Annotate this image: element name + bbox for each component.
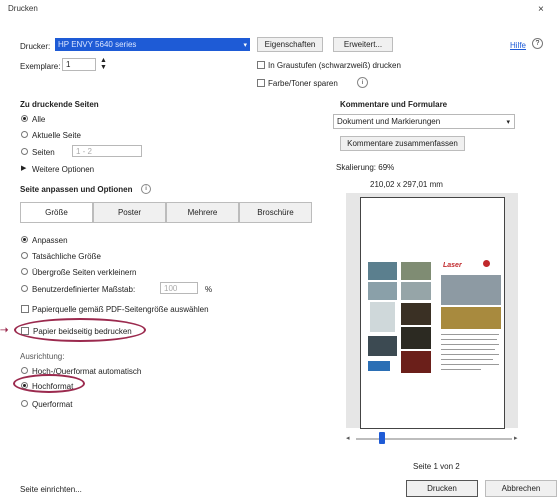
grayscale-label: In Graustufen (schwarzweiß) drucken bbox=[268, 61, 401, 70]
preview-text-line bbox=[441, 334, 499, 335]
preview-image bbox=[368, 262, 397, 280]
annotation-highlight bbox=[14, 318, 146, 342]
tab-poster[interactable]: Poster bbox=[93, 202, 166, 223]
current-page-radio[interactable] bbox=[21, 131, 28, 138]
shrink-label: Übergroße Seiten verkleinern bbox=[32, 268, 137, 277]
save-toner-checkbox[interactable] bbox=[257, 79, 265, 87]
page-range-input[interactable]: 1 - 2 bbox=[72, 145, 142, 157]
cancel-button[interactable]: Abbrechen bbox=[485, 480, 557, 497]
comments-select[interactable]: Dokument und Markierungen ▾ bbox=[333, 114, 515, 129]
preview-image bbox=[368, 282, 397, 300]
preview-text-line bbox=[441, 354, 499, 355]
printer-label: Drucker: bbox=[20, 42, 51, 51]
info-icon[interactable]: i bbox=[141, 184, 151, 194]
close-icon[interactable]: × bbox=[538, 4, 544, 15]
custom-scale-input[interactable]: 100 bbox=[160, 282, 198, 294]
slider-left-arrow-icon[interactable]: ◂ bbox=[346, 434, 350, 442]
auto-orientation-radio[interactable] bbox=[21, 367, 28, 374]
preview-text-line bbox=[441, 364, 499, 365]
preview-image bbox=[370, 302, 395, 332]
window-title: Drucken bbox=[8, 4, 38, 13]
actual-size-radio[interactable] bbox=[21, 252, 28, 259]
help-icon[interactable]: ? bbox=[532, 38, 543, 49]
copies-stepper[interactable]: ▲ ▼ bbox=[100, 57, 107, 71]
preview-text-line bbox=[441, 349, 495, 350]
preview-image bbox=[401, 351, 431, 373]
fit-radio[interactable] bbox=[21, 236, 28, 243]
paper-size-label: 210,02 x 297,01 mm bbox=[370, 180, 443, 189]
custom-scale-radio[interactable] bbox=[21, 285, 28, 292]
preview-text-line bbox=[441, 369, 481, 370]
properties-button[interactable]: Eigenschaften bbox=[257, 37, 323, 52]
save-toner-label: Farbe/Toner sparen bbox=[268, 79, 338, 88]
summarize-comments-button[interactable]: Kommentare zusammenfassen bbox=[340, 136, 465, 151]
printer-select-value: HP ENVY 5640 series bbox=[58, 40, 137, 49]
preview-image bbox=[368, 361, 390, 371]
preview-image bbox=[401, 303, 431, 325]
comments-select-value: Dokument und Markierungen bbox=[337, 117, 441, 126]
preview-image bbox=[401, 282, 431, 300]
preview-page: Laser bbox=[360, 197, 505, 429]
preview-logo: Laser bbox=[443, 262, 462, 269]
grayscale-checkbox[interactable] bbox=[257, 61, 265, 69]
page-range-radio[interactable] bbox=[21, 148, 28, 155]
annotation-highlight bbox=[13, 374, 85, 393]
page-slider-thumb[interactable] bbox=[379, 432, 385, 444]
landscape-radio[interactable] bbox=[21, 400, 28, 407]
paper-source-checkbox[interactable] bbox=[21, 305, 29, 313]
tab-multiple[interactable]: Mehrere bbox=[166, 202, 239, 223]
expand-arrow-icon[interactable]: ▶ bbox=[21, 164, 26, 172]
slider-right-arrow-icon[interactable]: ▸ bbox=[514, 434, 518, 442]
paper-source-label: Papierquelle gemäß PDF-Seitengröße auswä… bbox=[32, 305, 209, 314]
comments-heading: Kommentare und Formulare bbox=[340, 100, 448, 109]
current-page-label: Aktuelle Seite bbox=[32, 131, 81, 140]
tab-booklet[interactable]: Broschüre bbox=[239, 202, 312, 223]
printer-select[interactable]: HP ENVY 5640 series ▾ bbox=[55, 38, 250, 51]
tab-size[interactable]: Größe bbox=[20, 202, 93, 223]
annotation-arrow-icon: ➝ bbox=[0, 325, 9, 336]
print-button[interactable]: Drucken bbox=[406, 480, 478, 497]
info-icon[interactable]: i bbox=[357, 77, 368, 88]
shrink-radio[interactable] bbox=[21, 268, 28, 275]
actual-size-label: Tatsächliche Größe bbox=[32, 252, 101, 261]
preview-image bbox=[401, 262, 431, 280]
preview-text-line bbox=[441, 359, 493, 360]
orientation-heading: Ausrichtung: bbox=[20, 352, 65, 361]
custom-scale-label: Benutzerdefinierter Maßstab: bbox=[32, 285, 136, 294]
landscape-label: Querformat bbox=[32, 400, 73, 409]
preview-image bbox=[368, 336, 397, 356]
percent-label: % bbox=[205, 285, 213, 294]
more-options-label[interactable]: Weitere Optionen bbox=[32, 165, 94, 174]
copies-input[interactable]: 1 bbox=[62, 58, 96, 71]
preview-logo-icon bbox=[483, 260, 490, 267]
help-link[interactable]: Hilfe bbox=[510, 41, 526, 50]
preview-text-line bbox=[441, 344, 499, 345]
page-setup-button[interactable]: Seite einrichten... bbox=[20, 485, 82, 494]
advanced-button[interactable]: Erweitert... bbox=[333, 37, 393, 52]
all-pages-radio[interactable] bbox=[21, 115, 28, 122]
preview-image bbox=[441, 307, 501, 329]
all-pages-label: Alle bbox=[32, 115, 46, 124]
chevron-down-icon: ▾ bbox=[506, 118, 510, 126]
preview-image bbox=[441, 275, 501, 305]
fit-label: Anpassen bbox=[32, 236, 68, 245]
page-info: Seite 1 von 2 bbox=[413, 462, 460, 471]
preview-image bbox=[401, 327, 431, 349]
scaling-label: Skalierung: 69% bbox=[336, 163, 395, 172]
chevron-down-icon: ▾ bbox=[243, 41, 247, 49]
copies-label: Exemplare: bbox=[20, 62, 61, 71]
preview-text-line bbox=[441, 339, 497, 340]
sizing-heading: Seite anpassen und Optionen bbox=[20, 185, 133, 194]
page-range-label: Seiten bbox=[32, 148, 55, 157]
pages-heading: Zu druckende Seiten bbox=[20, 100, 99, 109]
